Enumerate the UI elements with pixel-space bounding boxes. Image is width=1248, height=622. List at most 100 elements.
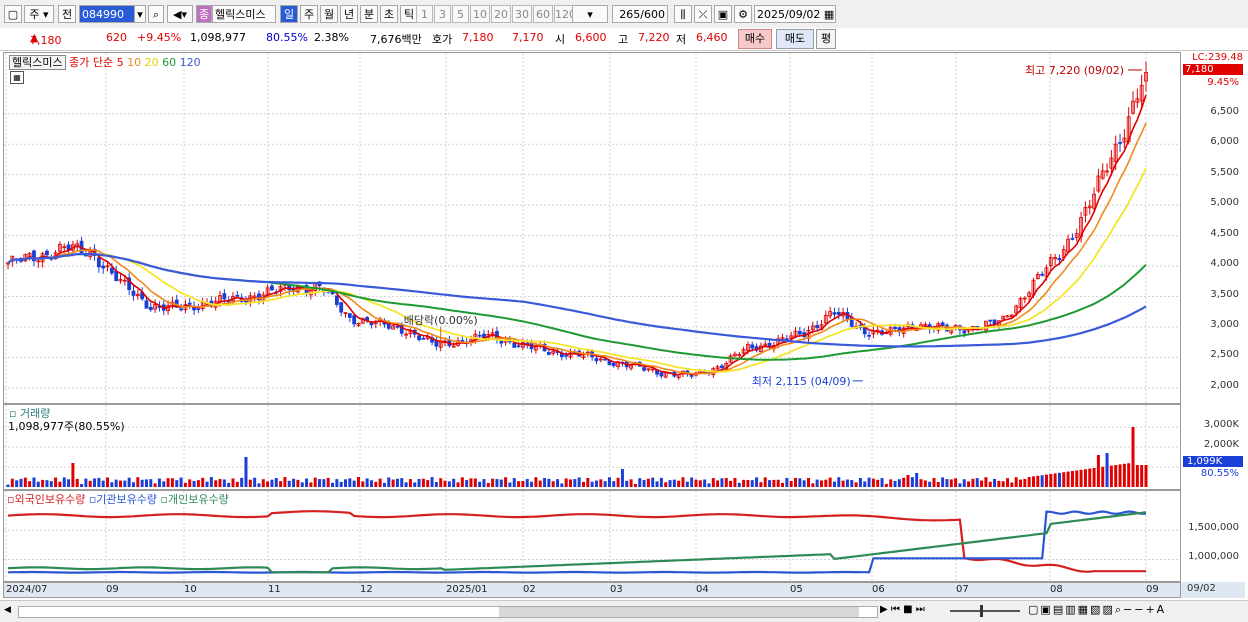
price-tick: 4,000 bbox=[1210, 258, 1239, 270]
plus-icon[interactable]: + bbox=[1145, 603, 1156, 616]
volume-bar bbox=[473, 478, 477, 487]
scroll-track[interactable] bbox=[18, 606, 878, 618]
zoom-icon[interactable]: ⌕ bbox=[1115, 603, 1123, 616]
save-icon[interactable]: ▣ bbox=[714, 5, 732, 23]
zoom-slider[interactable] bbox=[950, 605, 1020, 617]
market-select[interactable]: 주 ▾ bbox=[24, 5, 54, 23]
stop-icon[interactable]: ■ bbox=[903, 604, 912, 615]
play-icon[interactable]: ▶ bbox=[880, 604, 888, 615]
candle-body bbox=[347, 313, 352, 318]
window2-icon[interactable]: ▣ bbox=[1040, 603, 1052, 616]
period-button-5[interactable]: 초 bbox=[380, 5, 398, 23]
window5-icon[interactable]: ▦ bbox=[1078, 603, 1090, 616]
volume-bar bbox=[672, 479, 676, 487]
scroll-left-icon[interactable]: ◀ bbox=[4, 605, 11, 615]
volume-bar bbox=[465, 480, 469, 487]
candle-body bbox=[832, 312, 837, 315]
avg-button[interactable]: 평 bbox=[816, 29, 836, 49]
volume-bar bbox=[530, 481, 534, 487]
chevron-down-icon[interactable]: ▾ bbox=[572, 5, 608, 23]
minute-button-120[interactable]: 120 bbox=[554, 5, 576, 23]
layout-icon[interactable]: ▢ bbox=[4, 5, 22, 23]
sell-button[interactable]: 매도 bbox=[776, 29, 814, 49]
volume-bar bbox=[1031, 476, 1035, 487]
minute-button-30[interactable]: 30 bbox=[512, 5, 532, 23]
playback-controls[interactable]: ▶ ⏮ ■ ⏭ bbox=[880, 604, 925, 615]
stock-code-input[interactable]: 084990 bbox=[79, 5, 135, 23]
turnover-rate: 2.38% bbox=[314, 31, 349, 44]
candle-body bbox=[867, 334, 871, 337]
candle-body bbox=[784, 338, 789, 341]
volume-bar bbox=[794, 477, 798, 487]
minute-button-5[interactable]: 5 bbox=[452, 5, 469, 23]
window4-icon[interactable]: ▥ bbox=[1065, 603, 1077, 616]
date-field[interactable]: 2025/09/02 ▦ bbox=[754, 5, 836, 23]
holdings-tick: 1,000,000 bbox=[1188, 551, 1239, 563]
chevron-down-icon[interactable]: ▾ bbox=[134, 5, 146, 23]
volume-bar bbox=[564, 478, 568, 487]
period-type-badge[interactable]: 종 bbox=[196, 5, 212, 23]
window3-icon[interactable]: ▤ bbox=[1053, 603, 1065, 616]
volume-bar bbox=[720, 478, 724, 487]
volume-bar bbox=[1092, 468, 1096, 487]
volume-bar bbox=[1023, 478, 1027, 487]
candle-body bbox=[1057, 257, 1062, 261]
view-controls[interactable]: ▢▣▤▥▦▧▨⌕−−+A bbox=[1028, 603, 1166, 617]
window7-icon[interactable]: ▨ bbox=[1102, 603, 1114, 616]
period-button-4[interactable]: 분 bbox=[360, 5, 378, 23]
search-icon[interactable]: ⌕ bbox=[148, 5, 164, 23]
volume-bar bbox=[1096, 455, 1100, 487]
volume-bar bbox=[140, 479, 144, 487]
volume-bar bbox=[1075, 470, 1079, 487]
bottom-scrollbar[interactable]: ◀ ▶ ⏮ ■ ⏭ ▢▣▤▥▦▧▨⌕−−+A bbox=[0, 600, 1248, 622]
volume-bar bbox=[638, 478, 642, 487]
volume-bar bbox=[954, 478, 958, 487]
crosshair-icon[interactable]: ⤫ bbox=[694, 5, 712, 23]
period-button-1[interactable]: 주 bbox=[300, 5, 318, 23]
minute-button-60[interactable]: 60 bbox=[533, 5, 553, 23]
volume-bar bbox=[443, 480, 447, 487]
candle-body bbox=[339, 302, 344, 313]
date-tick-label: 09 bbox=[106, 584, 119, 595]
minute-button-10[interactable]: 10 bbox=[470, 5, 490, 23]
minute-button-3[interactable]: 3 bbox=[434, 5, 451, 23]
scroll-thumb[interactable] bbox=[499, 607, 859, 617]
forward-icon[interactable]: ⏭ bbox=[916, 604, 925, 615]
data-count-field[interactable]: 265/600 bbox=[612, 5, 668, 23]
period-button-0[interactable]: 일 bbox=[280, 5, 298, 23]
volume-bar bbox=[962, 479, 966, 487]
minus2-icon[interactable]: − bbox=[1134, 603, 1145, 616]
period-button-2[interactable]: 월 bbox=[320, 5, 338, 23]
minute-button-1[interactable]: 1 bbox=[416, 5, 433, 23]
prev-button[interactable]: 전 bbox=[58, 5, 76, 23]
minute-button-20[interactable]: 20 bbox=[491, 5, 511, 23]
volume-bar bbox=[395, 478, 399, 487]
table-icon[interactable]: ▦ bbox=[10, 71, 24, 84]
price-chart[interactable]: 최고 7,220 (09/02) 최저 2,115 (04/09) 배당락(0.00… bbox=[4, 53, 1180, 403]
volume-bar bbox=[110, 482, 114, 487]
candle-icon[interactable]: ⫼ bbox=[674, 5, 692, 23]
volume-bar bbox=[742, 479, 746, 487]
buy-button[interactable]: 매수 bbox=[738, 29, 772, 49]
gear-icon[interactable]: ⚙ bbox=[734, 5, 752, 23]
window-icon[interactable]: ▢ bbox=[1028, 603, 1040, 616]
price-change: 620 bbox=[106, 31, 127, 44]
volume-last-tag: 1,099K bbox=[1183, 456, 1243, 467]
zoom-slider-handle[interactable] bbox=[980, 605, 983, 617]
font-icon[interactable]: A bbox=[1157, 603, 1167, 616]
volume-chart[interactable] bbox=[4, 405, 1180, 489]
volume-bar bbox=[646, 478, 650, 487]
volume-bar bbox=[231, 478, 235, 487]
volume-bar bbox=[1105, 453, 1109, 487]
minus-icon[interactable]: − bbox=[1123, 603, 1134, 616]
volume-bar bbox=[1127, 463, 1131, 487]
calendar-icon[interactable]: ▦ bbox=[824, 8, 834, 21]
rewind-icon[interactable]: ⏮ bbox=[891, 604, 900, 615]
volume-bar bbox=[106, 477, 110, 487]
volume-bar bbox=[287, 480, 291, 487]
period-button-3[interactable]: 년 bbox=[340, 5, 358, 23]
volume-bar bbox=[183, 482, 187, 487]
window6-icon[interactable]: ▧ bbox=[1090, 603, 1102, 616]
speaker-icon[interactable]: ◀▾ bbox=[167, 5, 193, 23]
legend-stock-name[interactable]: 헬릭스미스 bbox=[9, 55, 66, 70]
